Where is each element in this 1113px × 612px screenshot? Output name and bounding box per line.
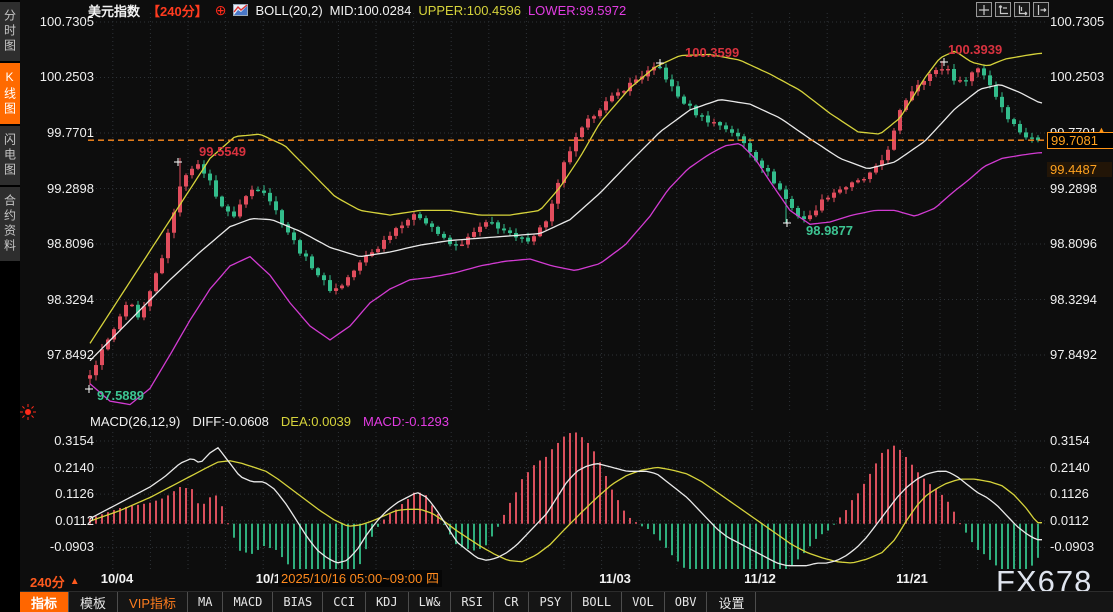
boll-label: BOLL(20,2) (255, 3, 322, 18)
macd-diff-value: DIFF:-0.0608 (192, 414, 269, 429)
y-axis-label: 100.7305 (1050, 14, 1104, 30)
toolbar-item-BOLL[interactable]: BOLL (572, 592, 622, 612)
left-sidebar: 分时图K线图闪电图合约资料 (0, 0, 20, 612)
toolbar-item-CCI[interactable]: CCI (323, 592, 366, 612)
y-axis-label: 0.0112 (24, 513, 94, 529)
y-axis-label: 98.8096 (1050, 236, 1097, 252)
y-axis-label: 100.2503 (1050, 69, 1104, 85)
toolbar-item-VIP指标[interactable]: VIP指标 (118, 592, 188, 612)
toolbar-item-BIAS[interactable]: BIAS (273, 592, 323, 612)
pan-right-icon[interactable] (1033, 2, 1049, 17)
y-axis-label: 97.8492 (24, 347, 94, 363)
y-axis-label: 0.2140 (24, 460, 94, 476)
y-axis-label: 99.7701 (24, 125, 94, 141)
period-badge[interactable]: 【240分】 (147, 1, 208, 20)
period-arrow-icon: ▲ (70, 576, 80, 587)
x-axis-label: 11/21 (896, 571, 928, 586)
add-indicator-icon[interactable]: ⊕ (215, 3, 227, 17)
macd-macd-value: MACD:-0.1293 (363, 414, 449, 429)
toolbar-item-MACD[interactable]: MACD (223, 592, 273, 612)
toolbar-item-指标[interactable]: 指标 (20, 592, 69, 612)
x-axis-label: 10/04 (101, 571, 134, 586)
period-label: 240分 (30, 572, 65, 591)
secondary-price-box: 99.4487 (1047, 162, 1112, 177)
boll-lower-value: LOWER:99.5972 (528, 3, 626, 18)
svg-text:99.5549: 99.5549 (199, 144, 246, 159)
y-axis-label: 100.2503 (24, 69, 94, 85)
sidebar-tab-1[interactable]: 分时图 (0, 2, 20, 61)
chart-header: 美元指数 【240分】 ⊕ BOLL(20,2) MID:100.0284 UP… (88, 1, 626, 19)
y-axis-label: 0.3154 (1050, 433, 1090, 449)
y-axis-label: 0.1126 (24, 486, 94, 502)
y-axis-label: 97.8492 (1050, 347, 1097, 363)
indicator-toolbar: 指标模板VIP指标MAMACDBIASCCIKDJLW&RSICRPSYBOLL… (20, 591, 1113, 612)
y-axis-label: -0.0903 (1050, 539, 1094, 555)
y-axis-label: -0.0903 (24, 539, 94, 555)
y-axis-label: 98.3294 (24, 292, 94, 308)
y-axis-label: 99.2898 (1050, 181, 1097, 197)
bar-time-tooltip: 2025/10/16 05:00~09:00 四 (278, 570, 442, 587)
x-axis-scale-icon[interactable] (1014, 2, 1030, 17)
y-axis-label: 98.8096 (24, 236, 94, 252)
toolbar-item-模板[interactable]: 模板 (69, 592, 118, 612)
toolbar-item-LW&[interactable]: LW& (409, 592, 452, 612)
symbol-name: 美元指数 (88, 1, 140, 20)
sidebar-tab-4[interactable]: 合约资料 (0, 187, 20, 261)
x-axis-label: 11/03 (599, 571, 631, 586)
sidebar-tab-3[interactable]: 闪电图 (0, 126, 20, 185)
toolbar-item-CR[interactable]: CR (494, 592, 529, 612)
chart-tool-icons (976, 2, 1049, 17)
y-axis-label: 99.2898 (24, 181, 94, 197)
boll-upper-value: UPPER:100.4596 (418, 3, 521, 18)
toolbar-item-MA[interactable]: MA (188, 592, 223, 612)
toolbar-item-PSY[interactable]: PSY (529, 592, 572, 612)
y-axis-label: 0.2140 (1050, 460, 1090, 476)
crosshair-icon[interactable] (976, 2, 992, 17)
toolbar-item-OBV[interactable]: OBV (665, 592, 708, 612)
y-axis-label: 100.7305 (24, 14, 94, 30)
y-axis-label: 0.0112 (1050, 513, 1089, 529)
chart-app-window: 99.5549 100.3599 100.3939 98.9877 97.5889 分时… (0, 0, 1113, 612)
svg-text:100.3599: 100.3599 (685, 45, 739, 60)
boll-mid-value: MID:100.0284 (330, 3, 412, 18)
macd-header: MACD(26,12,9) DIFF:-0.0608 DEA:0.0039 MA… (90, 414, 449, 429)
macd-title: MACD(26,12,9) (90, 414, 180, 429)
period-selector[interactable]: 240分 ▲ (30, 572, 80, 591)
svg-text:97.5889: 97.5889 (97, 388, 144, 403)
svg-text:98.9877: 98.9877 (806, 223, 853, 238)
toolbar-item-KDJ[interactable]: KDJ (366, 592, 409, 612)
toolbar-item-VOL[interactable]: VOL (622, 592, 665, 612)
sidebar-tab-2[interactable]: K线图 (0, 63, 20, 124)
toolbar-item-RSI[interactable]: RSI (451, 592, 494, 612)
mini-chart-icon (233, 4, 248, 16)
y-axis-label: 98.3294 (1050, 292, 1097, 308)
y-axis-label: 0.1126 (1050, 486, 1089, 502)
y-axis-label: 0.3154 (24, 433, 94, 449)
svg-text:100.3939: 100.3939 (948, 42, 1002, 57)
x-axis-label: 11/12 (744, 571, 776, 586)
macd-dea-value: DEA:0.0039 (281, 414, 351, 429)
current-price-box: 99.7081 (1047, 132, 1113, 149)
toolbar-item-设置[interactable]: 设置 (707, 592, 756, 612)
y-axis-scale-icon[interactable] (995, 2, 1011, 17)
chart-canvas[interactable]: 99.5549 100.3599 100.3939 98.9877 97.5889 (0, 0, 1113, 612)
